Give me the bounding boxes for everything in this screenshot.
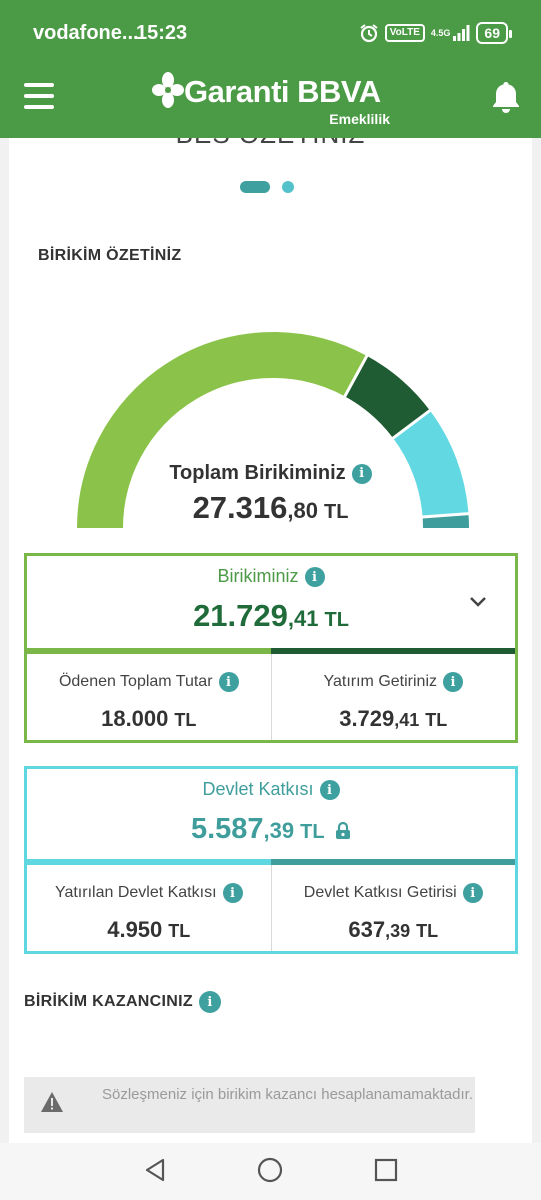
own-savings-label: Birikiminiz i — [27, 566, 515, 588]
state-contribution-value: 5.587,39 TL — [27, 813, 515, 846]
info-icon[interactable]: i — [304, 567, 325, 588]
gauge-segment-2 — [344, 355, 430, 439]
brand-logo: Garanti BBVA Emeklilik — [152, 70, 392, 130]
info-icon[interactable]: i — [443, 672, 463, 692]
currency: TL — [168, 921, 191, 941]
state-dec: ,39 — [263, 818, 295, 843]
info-icon[interactable]: i — [319, 780, 340, 801]
chevron-down-icon[interactable] — [469, 596, 487, 608]
currency: TL — [324, 609, 349, 631]
paid-total-label-text: Ödenen Toplam Tutar — [58, 673, 213, 691]
total-savings-label: Toplam Birikiminiz i — [9, 462, 532, 485]
own-savings-breakdown: Ödenen Toplam Tutar i 18.000 TL Yatırım Ge… — [27, 654, 515, 740]
investment-return-value: 3.729,41 TL — [272, 706, 516, 732]
own-savings-dec: ,41 — [287, 606, 319, 631]
clover-logo-icon — [152, 72, 184, 108]
volte-badge: VoLTE — [384, 24, 425, 42]
battery-indicator: 69 — [476, 22, 512, 44]
currency: TL — [416, 921, 439, 941]
back-icon[interactable] — [143, 1157, 167, 1183]
deposited-contribution-value: 4.950 TL — [27, 917, 271, 943]
carrier-name: vodafone... — [33, 22, 139, 44]
alarm-icon — [359, 23, 379, 43]
brand-name: Garanti BBVA — [184, 74, 381, 109]
bell-icon[interactable] — [491, 80, 521, 119]
info-icon[interactable]: i — [198, 991, 221, 1013]
signal-icon: 4.5G — [431, 24, 471, 42]
investment-return-label: Yatırım Getiriniz i — [272, 672, 516, 692]
contribution-return-label-text: Devlet Katkısı Getirisi — [303, 884, 457, 902]
state-contribution-header: Devlet Katkısı i 5.587,39 TL — [27, 769, 515, 861]
menu-icon[interactable] — [24, 83, 54, 109]
deposited-contribution-label-text: Yatırılan Devlet Katkısı — [54, 884, 217, 902]
state-contribution-card[interactable]: Devlet Katkısı i 5.587,39 TL Yatırılan Dev… — [24, 766, 518, 954]
own-savings-card[interactable]: Birikiminiz i 21.729,41 TL Ödenen Toplam T… — [24, 553, 518, 743]
return-int: 3.729 — [339, 706, 395, 731]
contribution-return-value: 637,39 TL — [272, 917, 516, 943]
return-dec: ,41 — [394, 710, 420, 730]
lock-icon — [336, 821, 351, 839]
carousel-indicator[interactable] — [240, 181, 294, 193]
status-icons: VoLTE 4.5G 69 — [359, 22, 512, 44]
savings-gain-warning: Sözleşmeniz için birikim kazancı hesapla… — [24, 1077, 475, 1133]
warning-text: Sözleşmeniz için birikim kazancı hesapla… — [102, 1086, 473, 1103]
contribution-return-label: Devlet Katkısı Getirisi i — [272, 883, 516, 903]
info-icon[interactable]: i — [351, 463, 372, 484]
section-title-savings-summary: BİRİKİM ÖZETİNİZ — [38, 247, 182, 264]
paid-total-value: 18.000 TL — [27, 706, 271, 732]
currency: TL — [425, 710, 448, 730]
deposited-contribution-label: Yatırılan Devlet Katkısı i — [27, 883, 271, 903]
carousel-title: BES ÖZETİNİZ — [9, 138, 532, 150]
contribution-return-dec: ,39 — [385, 921, 411, 941]
contribution-return-int: 637 — [348, 917, 386, 942]
own-savings-value: 21.729,41 TL — [27, 598, 515, 634]
savings-gain-title-text: BİRİKİM KAZANCINIZ — [24, 993, 193, 1011]
own-savings-header[interactable]: Birikiminiz i 21.729,41 TL — [27, 556, 515, 648]
state-contribution-label-text: Devlet Katkısı — [202, 779, 314, 799]
recents-icon[interactable] — [374, 1157, 398, 1183]
currency: TL — [174, 710, 197, 730]
total-dec: ,80 — [287, 498, 318, 523]
state-contribution-label: Devlet Katkısı i — [27, 779, 515, 801]
investment-return-label-text: Yatırım Getiriniz — [323, 673, 438, 691]
system-nav-bar — [0, 1143, 541, 1200]
total-savings-label-text: Toplam Birikiminiz — [169, 462, 346, 484]
total-int: 27.316 — [192, 490, 288, 525]
state-contribution-breakdown: Yatırılan Devlet Katkısı i 4.950 TL Devlet… — [27, 865, 515, 951]
warning-icon — [41, 1092, 63, 1112]
contribution-return-cell: Devlet Katkısı Getirisi i 637,39 TL — [270, 865, 516, 951]
own-savings-int: 21.729 — [193, 598, 288, 633]
currency: TL — [300, 821, 325, 843]
content-card: BES ÖZETİNİZ BİRİKİM ÖZETİNİZ Toplam Bir… — [9, 138, 532, 1148]
carousel-dot[interactable] — [282, 181, 294, 193]
app-bar: Garanti BBVA Emeklilik — [0, 66, 541, 138]
paid-int: 18.000 — [101, 706, 169, 731]
paid-total-cell: Ödenen Toplam Tutar i 18.000 TL — [27, 654, 271, 740]
clock: 15:23 — [136, 22, 188, 44]
brand-subtitle: Emeklilik — [329, 111, 390, 127]
network-type: 4.5G — [430, 28, 451, 38]
state-int: 5.587 — [190, 813, 264, 845]
status-bar: vodafone... 15:23 VoLTE 4.5G 69 — [0, 0, 541, 66]
currency: TL — [323, 501, 349, 523]
own-savings-label-text: Birikiminiz — [217, 566, 299, 586]
info-icon[interactable]: i — [222, 883, 243, 903]
info-icon[interactable]: i — [218, 672, 239, 692]
deposited-int: 4.950 — [107, 917, 163, 942]
paid-total-label: Ödenen Toplam Tutar i — [27, 672, 271, 692]
info-icon[interactable]: i — [462, 883, 483, 903]
home-icon[interactable] — [257, 1157, 283, 1183]
total-savings-value: 27.316,80 TL — [9, 490, 532, 526]
investment-return-cell: Yatırım Getiriniz i 3.729,41 TL — [270, 654, 516, 740]
section-title-savings-gain: BİRİKİM KAZANCINIZ i — [24, 991, 221, 1013]
deposited-contribution-cell: Yatırılan Devlet Katkısı i 4.950 TL — [27, 865, 271, 951]
carousel-dot-active[interactable] — [240, 181, 270, 193]
